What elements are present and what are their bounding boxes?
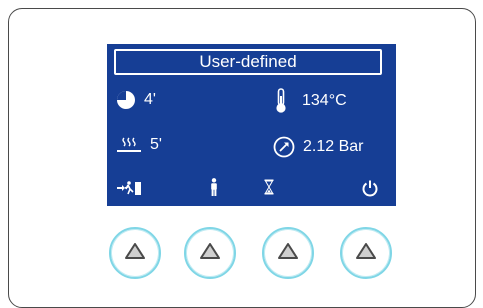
pressure-gauge-icon [273,136,295,158]
program-title: User-defined [114,49,382,75]
hourglass-icon [262,177,276,197]
heat-drying-icon [116,136,142,154]
pressure-readout: 2.12 Bar [273,136,363,158]
pressure-value: 2.12 Bar [303,138,364,155]
temperature-readout: 134°C [274,88,347,114]
sterilization-time-value: 4' [144,91,156,108]
lcd-screen: User-defined 4' 134°C 5' 2.12 Bar [107,44,396,206]
power-icon [360,178,380,198]
triangle-up-icon [199,242,221,265]
pie-timer-icon [116,90,136,110]
exit-door-icon [116,178,142,198]
softkey-button-3[interactable] [262,227,314,279]
person-icon [207,177,221,197]
softkey-button-2[interactable] [184,227,236,279]
thermometer-icon [274,88,288,114]
triangle-up-icon [355,242,377,265]
sterilization-time: 4' [116,90,156,110]
triangle-up-icon [124,242,146,265]
temperature-value: 134°C [302,92,347,109]
drying-time-value: 5' [150,136,162,153]
softkey-button-4[interactable] [340,227,392,279]
drying-time: 5' [116,136,162,154]
triangle-up-icon [277,242,299,265]
softkey-button-1[interactable] [109,227,161,279]
